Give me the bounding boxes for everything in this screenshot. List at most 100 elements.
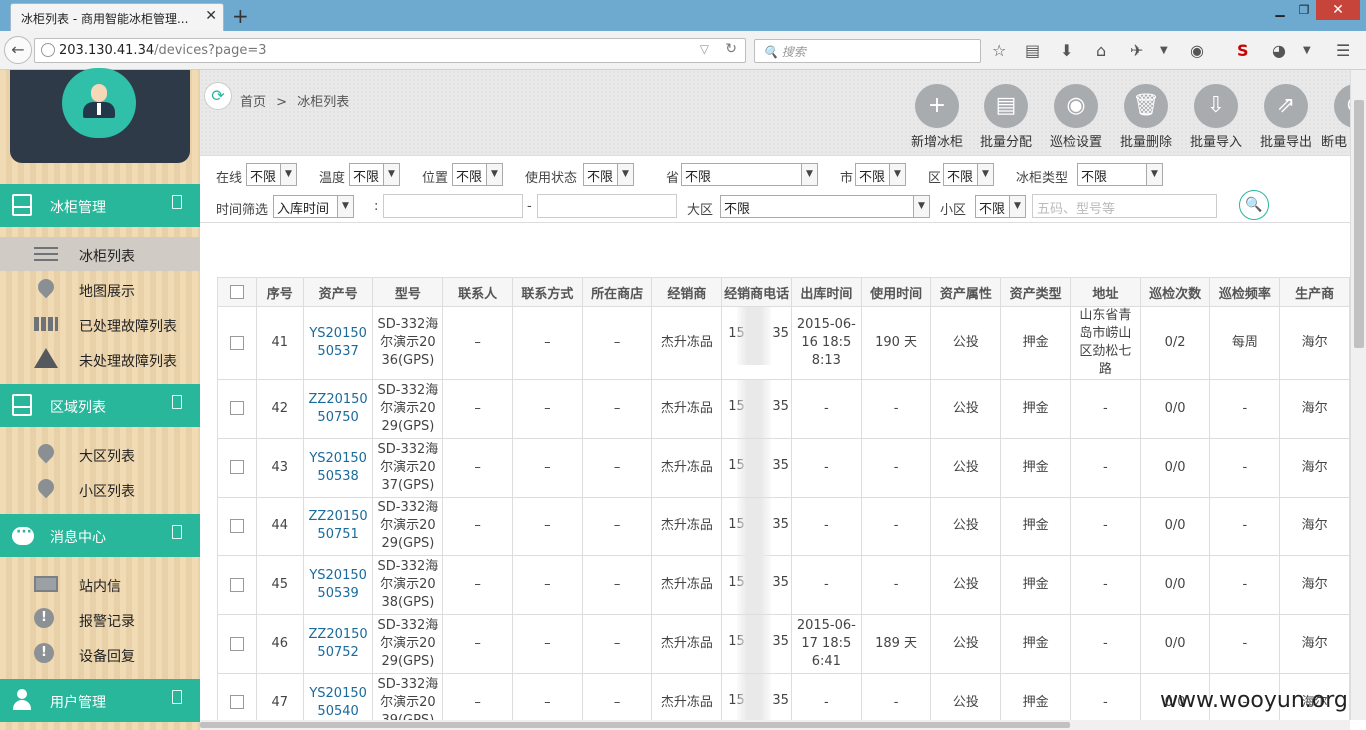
search-button[interactable]: 🔍 — [1239, 190, 1269, 220]
row-checkbox[interactable] — [229, 695, 244, 710]
big-region-select[interactable]: 不限 ▼ — [720, 195, 930, 218]
row-checkbox[interactable] — [229, 335, 244, 350]
column-header[interactable]: 使用时间 — [860, 277, 932, 307]
inspection-settings-button[interactable]: ◉ 巡检设置 — [1041, 84, 1111, 154]
district-select[interactable]: 不限 ▼ — [943, 163, 994, 186]
column-header[interactable]: 生产商 — [1279, 277, 1350, 307]
cell-asset[interactable]: YS2015050538 — [302, 437, 374, 498]
column-header[interactable]: 经销商 — [651, 277, 723, 307]
use-status-select[interactable]: 不限 ▼ — [583, 163, 634, 186]
small-region-select[interactable]: 不限 ▼ — [975, 195, 1026, 218]
row-select-cell[interactable] — [217, 379, 257, 439]
column-header[interactable]: 联系人 — [442, 277, 513, 307]
home-icon[interactable]: ⌂ — [1096, 41, 1106, 60]
row-select-cell[interactable] — [217, 437, 257, 498]
sidebar-item-unhandled-faults[interactable]: 未处理故障列表 — [0, 342, 200, 376]
table-row[interactable]: 42 ZZ2015050750 SD-332海尔演示2029(GPS) – – – 杰升冻品… — [217, 379, 1350, 439]
column-header[interactable]: 资产号 — [302, 277, 374, 307]
table-row[interactable]: 45 YS2015050539 SD-332海尔演示2038(GPS) – – – 杰升冻品… — [217, 555, 1350, 616]
collapse-toggle-icon[interactable] — [172, 395, 182, 409]
collapse-toggle-icon[interactable] — [172, 525, 182, 539]
row-select-cell[interactable] — [217, 306, 257, 380]
batch-export-button[interactable]: ⇗ 批量导出 — [1251, 84, 1321, 154]
row-checkbox[interactable] — [229, 460, 244, 475]
sidebar-item-alarm-records[interactable]: ! 报警记录 — [0, 602, 200, 636]
collapse-toggle-icon[interactable] — [172, 690, 182, 704]
position-select[interactable]: 不限 ▼ — [452, 163, 503, 186]
menu-icon[interactable]: ☰ — [1336, 41, 1350, 60]
sidebar-item-device-replies[interactable]: ! 设备回复 — [0, 637, 200, 671]
extension-icon[interactable]: ✈ — [1130, 41, 1143, 60]
column-header[interactable]: 资产类型 — [1000, 277, 1071, 307]
bookmarks-list-icon[interactable]: ▤ — [1025, 41, 1040, 60]
select-all-cell[interactable] — [217, 277, 257, 307]
section-message-center[interactable]: 消息中心 — [0, 514, 200, 557]
addon-icon[interactable]: ◉ — [1190, 41, 1204, 60]
column-header[interactable]: 资产属性 — [930, 277, 1002, 307]
row-select-cell[interactable] — [217, 614, 257, 674]
sidebar-item-big-region[interactable]: 大区列表 — [0, 437, 200, 471]
column-header[interactable]: 巡检次数 — [1139, 277, 1211, 307]
table-row[interactable]: 46 ZZ2015050752 SD-332海尔演示2029(GPS) – – – 杰升冻品… — [217, 614, 1350, 674]
add-freezer-button[interactable]: + 新增冰柜 — [902, 84, 972, 154]
column-header[interactable]: 出库时间 — [790, 277, 862, 307]
window-close-icon[interactable]: ✕ — [1316, 0, 1360, 20]
table-row[interactable]: 43 YS2015050538 SD-332海尔演示2037(GPS) – – – 杰升冻品… — [217, 437, 1350, 498]
batch-assign-button[interactable]: ▤ 批量分配 — [971, 84, 1041, 154]
cell-asset[interactable]: ZZ2015050750 — [302, 379, 374, 439]
download-icon[interactable]: ⬇ — [1060, 41, 1073, 60]
minimize-icon[interactable]: ▁ — [1272, 0, 1288, 20]
address-bar[interactable]: 203.130.41.34/devices?page=3 ▽ ↻ — [34, 38, 746, 63]
column-header[interactable]: 所在商店 — [581, 277, 653, 307]
sidebar-item-inbox[interactable]: 站内信 — [0, 567, 200, 601]
vertical-scrollbar[interactable] — [1350, 70, 1366, 720]
browser-search-input[interactable]: 🔍 搜索 — [754, 39, 981, 63]
city-select[interactable]: 不限 ▼ — [855, 163, 906, 186]
cell-asset[interactable]: ZZ2015050751 — [302, 496, 374, 557]
column-header[interactable]: 联系方式 — [512, 277, 583, 307]
section-freezer-management[interactable]: 冰柜管理 — [0, 184, 200, 227]
time-filter-select[interactable]: 入库时间 ▼ — [273, 195, 354, 218]
end-time-input[interactable] — [537, 194, 677, 218]
row-select-cell[interactable] — [217, 555, 257, 616]
sidebar-item-map[interactable]: 地图展示 — [0, 272, 200, 306]
column-header[interactable]: 序号 — [255, 277, 304, 307]
breadcrumb-home[interactable]: 首页 — [240, 95, 266, 110]
new-tab-icon[interactable]: + — [232, 4, 249, 28]
temperature-select[interactable]: 不限 ▼ — [349, 163, 400, 186]
cell-asset[interactable]: YS2015050537 — [302, 306, 374, 380]
row-checkbox[interactable] — [229, 518, 244, 533]
horizontal-scrollbar[interactable] — [200, 720, 1350, 730]
row-checkbox[interactable] — [229, 577, 244, 592]
province-select[interactable]: 不限 ▼ — [681, 163, 818, 186]
column-header[interactable]: 经销商电话 — [721, 277, 792, 307]
column-header[interactable]: 地址 — [1069, 277, 1141, 307]
addon-dropdown-icon[interactable]: ▼ — [1303, 45, 1311, 56]
restore-icon[interactable]: ❐ — [1296, 0, 1312, 20]
row-checkbox[interactable] — [229, 401, 244, 416]
keyword-search-input[interactable]: 五码、型号等 — [1032, 194, 1217, 218]
bookmark-star-icon[interactable]: ☆ — [992, 41, 1006, 60]
sidebar-item-handled-faults[interactable]: 已处理故障列表 — [0, 307, 200, 341]
reload-icon[interactable]: ↻ — [725, 41, 737, 57]
section-user-management[interactable]: 用户管理 — [0, 679, 200, 722]
select-all-checkbox[interactable] — [229, 285, 244, 299]
sidebar-item-small-region[interactable]: 小区列表 — [0, 472, 200, 506]
batch-import-button[interactable]: ⇩ 批量导入 — [1181, 84, 1251, 154]
refresh-icon[interactable]: ⟳ — [204, 82, 232, 110]
back-icon[interactable]: ← — [4, 36, 32, 64]
table-row[interactable]: 44 ZZ2015050751 SD-332海尔演示2029(GPS) – – – 杰升冻品… — [217, 496, 1350, 557]
power-off-button[interactable]: ⏻ 断电 — [1321, 84, 1350, 154]
row-checkbox[interactable] — [229, 636, 244, 651]
freezer-type-select[interactable]: 不限 ▼ — [1077, 163, 1163, 186]
browser-tab[interactable]: 冰柜列表 - 商用智能冰柜管理... ✕ — [10, 3, 224, 31]
url-dropdown-icon[interactable]: ▽ — [700, 42, 709, 56]
sidebar-item-freezer-list[interactable]: 冰柜列表 — [0, 237, 200, 271]
start-time-input[interactable] — [383, 194, 523, 218]
batch-delete-button[interactable]: 🗑 批量删除 — [1111, 84, 1181, 154]
extension-dropdown-icon[interactable]: ▼ — [1160, 45, 1168, 56]
table-row[interactable]: 41 YS2015050537 SD-332海尔演示2036(GPS) – – – 杰升冻品… — [217, 306, 1350, 380]
section-region-list[interactable]: 区域列表 — [0, 384, 200, 427]
addon-s-icon[interactable]: S — [1237, 41, 1249, 60]
tab-close-icon[interactable]: ✕ — [205, 8, 217, 24]
